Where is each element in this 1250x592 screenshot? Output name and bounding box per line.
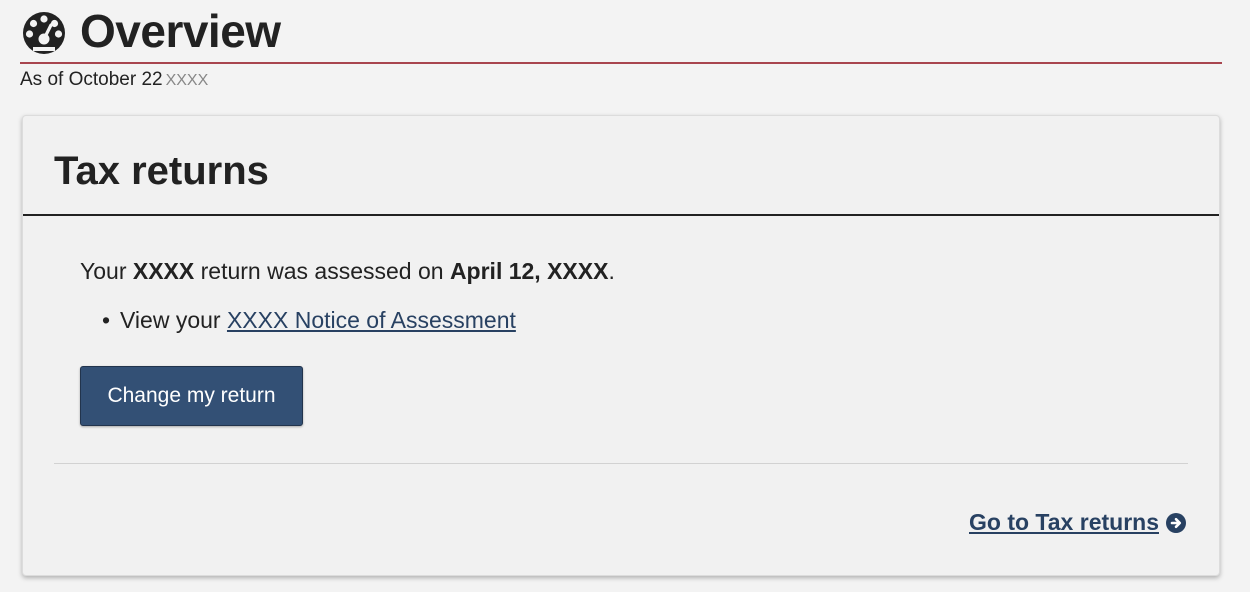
card-divider [54, 463, 1188, 464]
overview-page: Overview As of October 22 XXXX Tax return… [0, 0, 1250, 592]
as-of-year: XXXX [165, 72, 209, 89]
dashboard-icon [20, 7, 68, 55]
as-of-label: As of October 22 [20, 69, 163, 90]
assessed-prefix: Your [80, 258, 127, 284]
tax-returns-card: Tax returns Your XXXX return was assesse… [22, 115, 1220, 576]
notice-list-item: • View your XXXX Notice of Assessment [102, 307, 516, 334]
page-title: Overview [80, 5, 281, 57]
card-title: Tax returns [54, 148, 269, 193]
title-divider [20, 62, 1222, 64]
go-to-tax-returns: Go to Tax returns [969, 509, 1187, 536]
go-to-tax-returns-link[interactable]: Go to Tax returns [969, 509, 1159, 536]
change-my-return-button[interactable]: Change my return [80, 366, 303, 426]
assessed-date: April 12, XXXX [449, 258, 609, 284]
card-header: Tax returns [23, 116, 1219, 216]
assessed-middle: return was assessed on [200, 258, 444, 284]
page-header: Overview [20, 4, 281, 58]
assessed-suffix: . [608, 258, 615, 284]
notice-of-assessment-link[interactable]: XXXX Notice of Assessment [227, 307, 516, 333]
assessment-status-text: Your XXXX return was assessed on April 1… [80, 258, 615, 285]
bullet: • [102, 307, 111, 333]
notice-prefix: View your [120, 307, 221, 333]
arrow-circle-right-icon[interactable] [1165, 512, 1187, 534]
assessed-year: XXXX [132, 258, 195, 284]
as-of-date: As of October 22 XXXX [20, 69, 208, 91]
